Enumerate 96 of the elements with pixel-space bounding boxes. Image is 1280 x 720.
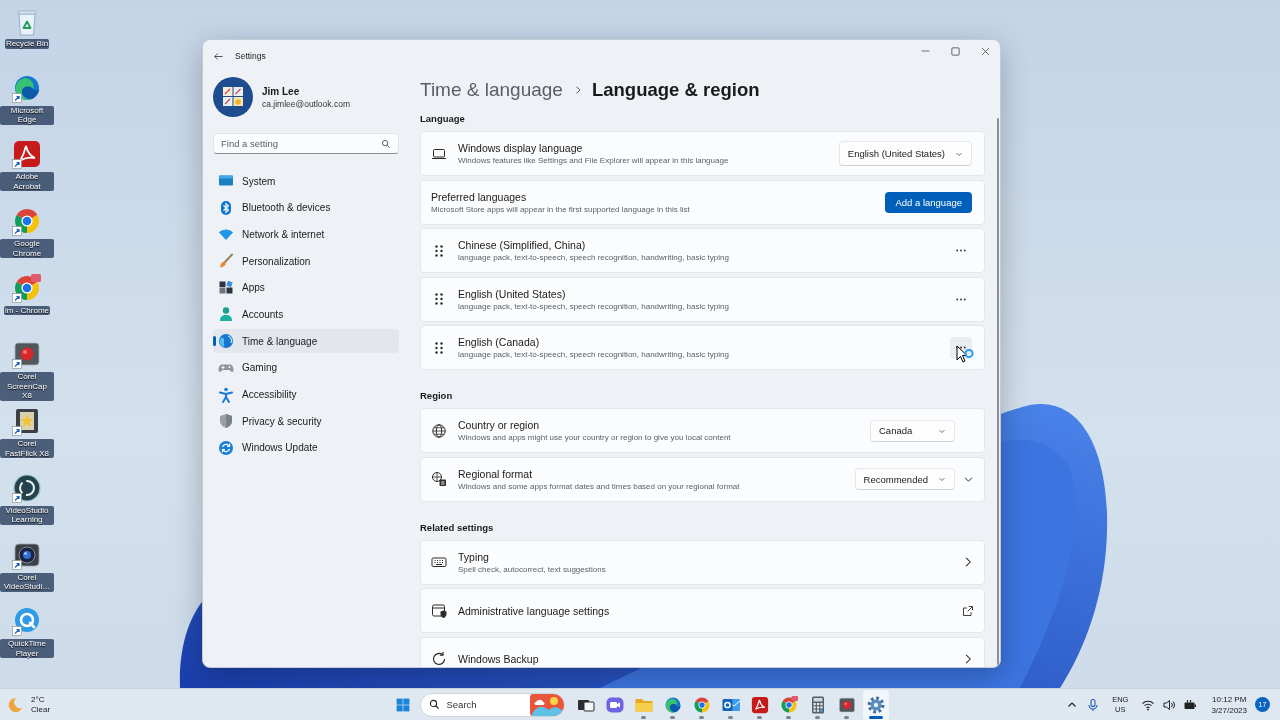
more-icon — [955, 296, 967, 302]
setting-card[interactable]: Administrative language settings — [420, 588, 985, 633]
desktop-icon-label[interactable]: Corel FastFlick X8 — [0, 439, 54, 459]
section-heading: Language — [420, 112, 466, 126]
speaker-icon[interactable] — [1162, 697, 1177, 712]
taskbar-app-button[interactable] — [862, 689, 889, 720]
nav-item[interactable]: Privacy & security — [213, 409, 399, 434]
setting-description: Windows features like Settings and File Explorer will appear in this language — [458, 156, 730, 165]
nav-item[interactable]: Gaming — [213, 355, 399, 380]
busy-cursor-icon — [956, 345, 974, 365]
shield-icon — [218, 413, 234, 430]
sync-arrows-icon — [218, 439, 234, 456]
setting-title: Country or region — [458, 419, 541, 431]
setting-title: Windows Backup — [458, 653, 540, 665]
add-language-button[interactable]: Add a language — [885, 191, 972, 213]
desktop-icon-label[interactable]: Corel VideoStudi… — [0, 572, 54, 592]
globe-icon — [218, 333, 234, 350]
nav-item[interactable]: Windows Update — [213, 435, 399, 460]
weather-temperature[interactable]: 2°C — [31, 694, 51, 705]
person-icon — [218, 306, 234, 323]
nav-item[interactable]: Apps — [213, 275, 399, 300]
nav-item[interactable]: Time & language — [213, 329, 399, 354]
setting-card[interactable]: Windows Backup — [420, 636, 985, 667]
clock-time[interactable]: 10:12 PM — [1212, 693, 1247, 705]
setting-title: Administrative language settings — [458, 604, 611, 617]
desktop-icon-label[interactable]: im - Chrome — [4, 305, 50, 316]
account-avatar[interactable] — [213, 77, 253, 117]
more-icon — [955, 248, 967, 253]
desktop-icon-label[interactable]: QuickTime Player — [0, 639, 54, 659]
clock-date[interactable]: 3/27/2023 — [1211, 704, 1247, 716]
maximize-icon — [950, 46, 960, 56]
language-features: language pack, text-to-speech, speech recognition, handwriting, basic typing — [458, 350, 730, 359]
nav-item[interactable]: Personalization — [213, 249, 399, 274]
nav-item[interactable]: Bluetooth & devices — [213, 195, 399, 220]
windows-logo-icon — [394, 696, 411, 713]
nav-item[interactable]: Network & internet — [213, 222, 399, 247]
language-features: language pack, text-to-speech, speech recognition, handwriting, basic typing — [458, 301, 730, 311]
microphone-icon[interactable] — [1086, 697, 1101, 712]
language-dropdown[interactable]: English (United States) — [838, 141, 972, 166]
bluetooth-icon — [218, 199, 234, 216]
nav-item[interactable]: Accounts — [213, 302, 399, 327]
desktop-icon-label[interactable]: Corel ScreenCap X8 — [0, 372, 54, 401]
setting-title: Preferred languages — [431, 190, 528, 203]
close-icon — [980, 46, 990, 56]
nav-item[interactable]: Accessibility — [213, 382, 399, 407]
desktop-icon-label[interactable]: Microsoft Edge — [0, 105, 54, 125]
ring-logo-icon[interactable] — [11, 471, 43, 504]
section-heading: Related settings — [420, 520, 495, 535]
desktop-icon-label[interactable]: Adobe Acrobat — [0, 172, 54, 192]
desktop-icon-label[interactable]: Recycle Bin — [4, 39, 50, 49]
acrobat-logo-icon — [749, 694, 770, 715]
window-title: Settings — [235, 51, 266, 61]
region-dropdown[interactable]: Canada — [870, 419, 955, 442]
keyboard-icon — [431, 554, 447, 570]
breadcrumb-link[interactable]: Time & language — [420, 79, 563, 101]
battery-icon[interactable] — [1183, 697, 1198, 712]
setting-title: Windows display language — [458, 142, 584, 154]
settings-icon — [865, 694, 886, 715]
search-icon — [428, 699, 440, 710]
setting-description: Spell check, autocorrect, text suggestions — [458, 564, 607, 574]
back-arrow-icon — [212, 50, 224, 62]
section-heading: Region — [420, 389, 454, 403]
account-name: Jim Lee — [262, 85, 301, 97]
setting-description: Windows and apps might use your country or region to give you local content — [458, 433, 732, 442]
nav-item[interactable]: System — [213, 169, 399, 193]
setting-card[interactable]: Typing Spell check, autocorrect, text suggestions — [420, 539, 985, 585]
language-name: English (United States) — [458, 287, 567, 300]
account-email: ca.jimlee@outlook.com — [262, 98, 350, 109]
language-features: language pack, text-to-speech, speech recognition, handwriting, basic typing — [458, 253, 730, 262]
region-dropdown[interactable]: Recommended — [854, 468, 955, 490]
scrollbar[interactable] — [997, 118, 999, 667]
monitor-icon — [218, 173, 234, 189]
search-field[interactable]: Find a setting — [213, 133, 399, 154]
globe-icon — [431, 422, 447, 439]
language-name: English (Canada) — [458, 336, 541, 348]
chrome-logo-icon[interactable] — [11, 271, 43, 304]
acrobat-logo-icon[interactable] — [11, 138, 43, 171]
setting-title: Typing — [458, 550, 490, 563]
weather-condition[interactable]: Clear — [31, 704, 51, 715]
globe-list-icon — [431, 471, 447, 487]
external-link-icon — [962, 604, 974, 617]
language-name: Chinese (Simplified, China) — [458, 239, 587, 251]
minimize-icon — [920, 50, 930, 52]
paintbrush-icon — [218, 253, 234, 270]
accessibility-icon — [218, 386, 234, 403]
apps-grid-icon — [218, 279, 234, 296]
circular-arrow-icon — [431, 651, 447, 667]
desktop-icon-label[interactable]: Google Chrome — [0, 239, 54, 259]
window-shield-icon — [431, 602, 447, 619]
page-title: Language & region — [591, 79, 760, 101]
setting-description: Microsoft Store apps will appear in the first supported language in this list — [431, 204, 691, 214]
setting-title: Regional format — [458, 467, 534, 480]
chevron-down-icon — [938, 475, 946, 483]
search-icon — [381, 138, 391, 149]
setting-description: Windows and some apps format dates and times based on your regional format — [458, 481, 741, 491]
desktop-icon-label[interactable]: VideoStudio Learning — [0, 505, 54, 525]
